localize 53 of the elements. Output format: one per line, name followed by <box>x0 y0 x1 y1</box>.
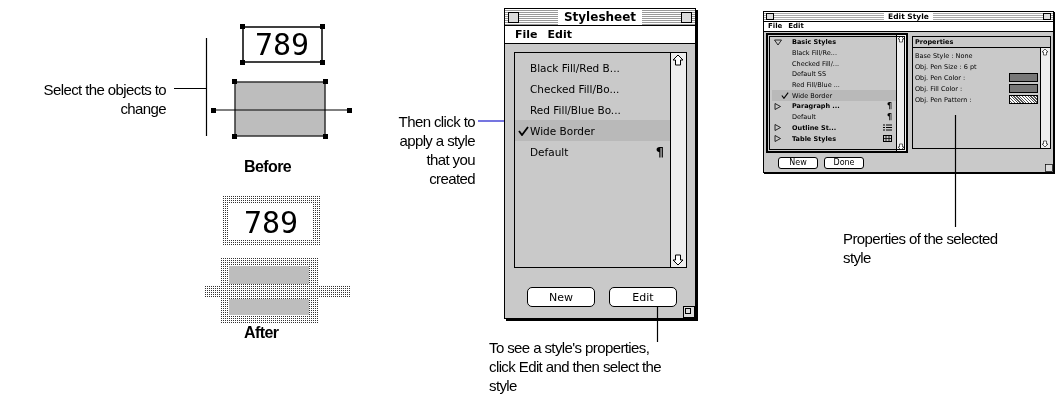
figure-label: After <box>244 324 279 342</box>
callout-text: Then click to apply a style that you created <box>397 112 475 188</box>
down-arrow-icon[interactable] <box>897 143 905 151</box>
style-item[interactable]: Black Fill/Red B... <box>515 57 670 78</box>
style-name: Checked Fill/Bo... <box>530 82 621 95</box>
menu-item[interactable]: Edit <box>547 26 572 43</box>
dialog-button[interactable]: New <box>527 287 595 307</box>
close-box[interactable] <box>766 13 774 20</box>
list-icon <box>883 124 892 132</box>
up-arrow-icon[interactable] <box>897 35 905 43</box>
up-arrow-icon[interactable] <box>1041 48 1049 56</box>
disclosure-triangle-icon[interactable] <box>774 124 782 132</box>
disclosure-triangle-icon[interactable] <box>774 102 782 110</box>
paragraph-mark: ¶ <box>886 112 892 122</box>
pattern-swatch[interactable] <box>1009 95 1038 104</box>
dialog-button[interactable]: Edit <box>609 287 677 307</box>
down-arrow-icon[interactable] <box>1041 140 1049 148</box>
number-text: 789 <box>243 205 299 240</box>
paragraph-mark: ¶ <box>655 144 664 159</box>
callout-text: To see a style's properties, click Edit and then select the style <box>489 338 663 395</box>
style-name: Red Fill/Blue Bo... <box>530 103 622 116</box>
color-swatch[interactable] <box>1009 73 1038 82</box>
zoom-box[interactable] <box>1043 13 1051 20</box>
paragraph-mark: ¶ <box>886 101 892 111</box>
menu-item[interactable]: File <box>515 26 538 43</box>
style-item[interactable]: Red Fill/Blue Bo... <box>515 99 670 120</box>
down-arrow-icon[interactable] <box>671 253 685 267</box>
scroll-bar[interactable] <box>1040 48 1050 148</box>
up-arrow-icon[interactable] <box>671 53 685 67</box>
style-item[interactable]: Wide Border <box>515 120 670 141</box>
style-name: Default <box>530 145 570 158</box>
number-text: 789 <box>254 27 310 62</box>
grow-box-icon[interactable] <box>683 306 695 318</box>
style-item[interactable]: Default ¶ <box>515 141 670 162</box>
dialog-button[interactable]: New <box>778 157 818 169</box>
figure-label: Before <box>244 158 292 176</box>
close-box[interactable] <box>508 11 519 23</box>
dialog-button[interactable]: Done <box>824 157 864 169</box>
grow-box-icon[interactable] <box>1045 164 1053 172</box>
leader-line <box>475 119 504 123</box>
style-name: Black Fill/Red B... <box>530 61 621 74</box>
callout-text: Select the objects to change <box>42 80 166 118</box>
callout-text: Properties of the selected style <box>843 229 999 267</box>
disclosure-triangle-icon[interactable] <box>774 135 782 143</box>
disclosure-triangle-icon[interactable] <box>774 38 782 46</box>
scroll-bar[interactable] <box>670 53 686 267</box>
style-name: Wide Border <box>530 124 596 137</box>
window-title: Stylesheet <box>557 9 643 25</box>
style-item[interactable]: Checked Fill/Bo... <box>515 78 670 99</box>
color-swatch[interactable] <box>1009 84 1038 93</box>
zoom-box[interactable] <box>681 11 692 23</box>
table-icon <box>883 135 892 143</box>
scroll-bar[interactable] <box>896 35 906 151</box>
